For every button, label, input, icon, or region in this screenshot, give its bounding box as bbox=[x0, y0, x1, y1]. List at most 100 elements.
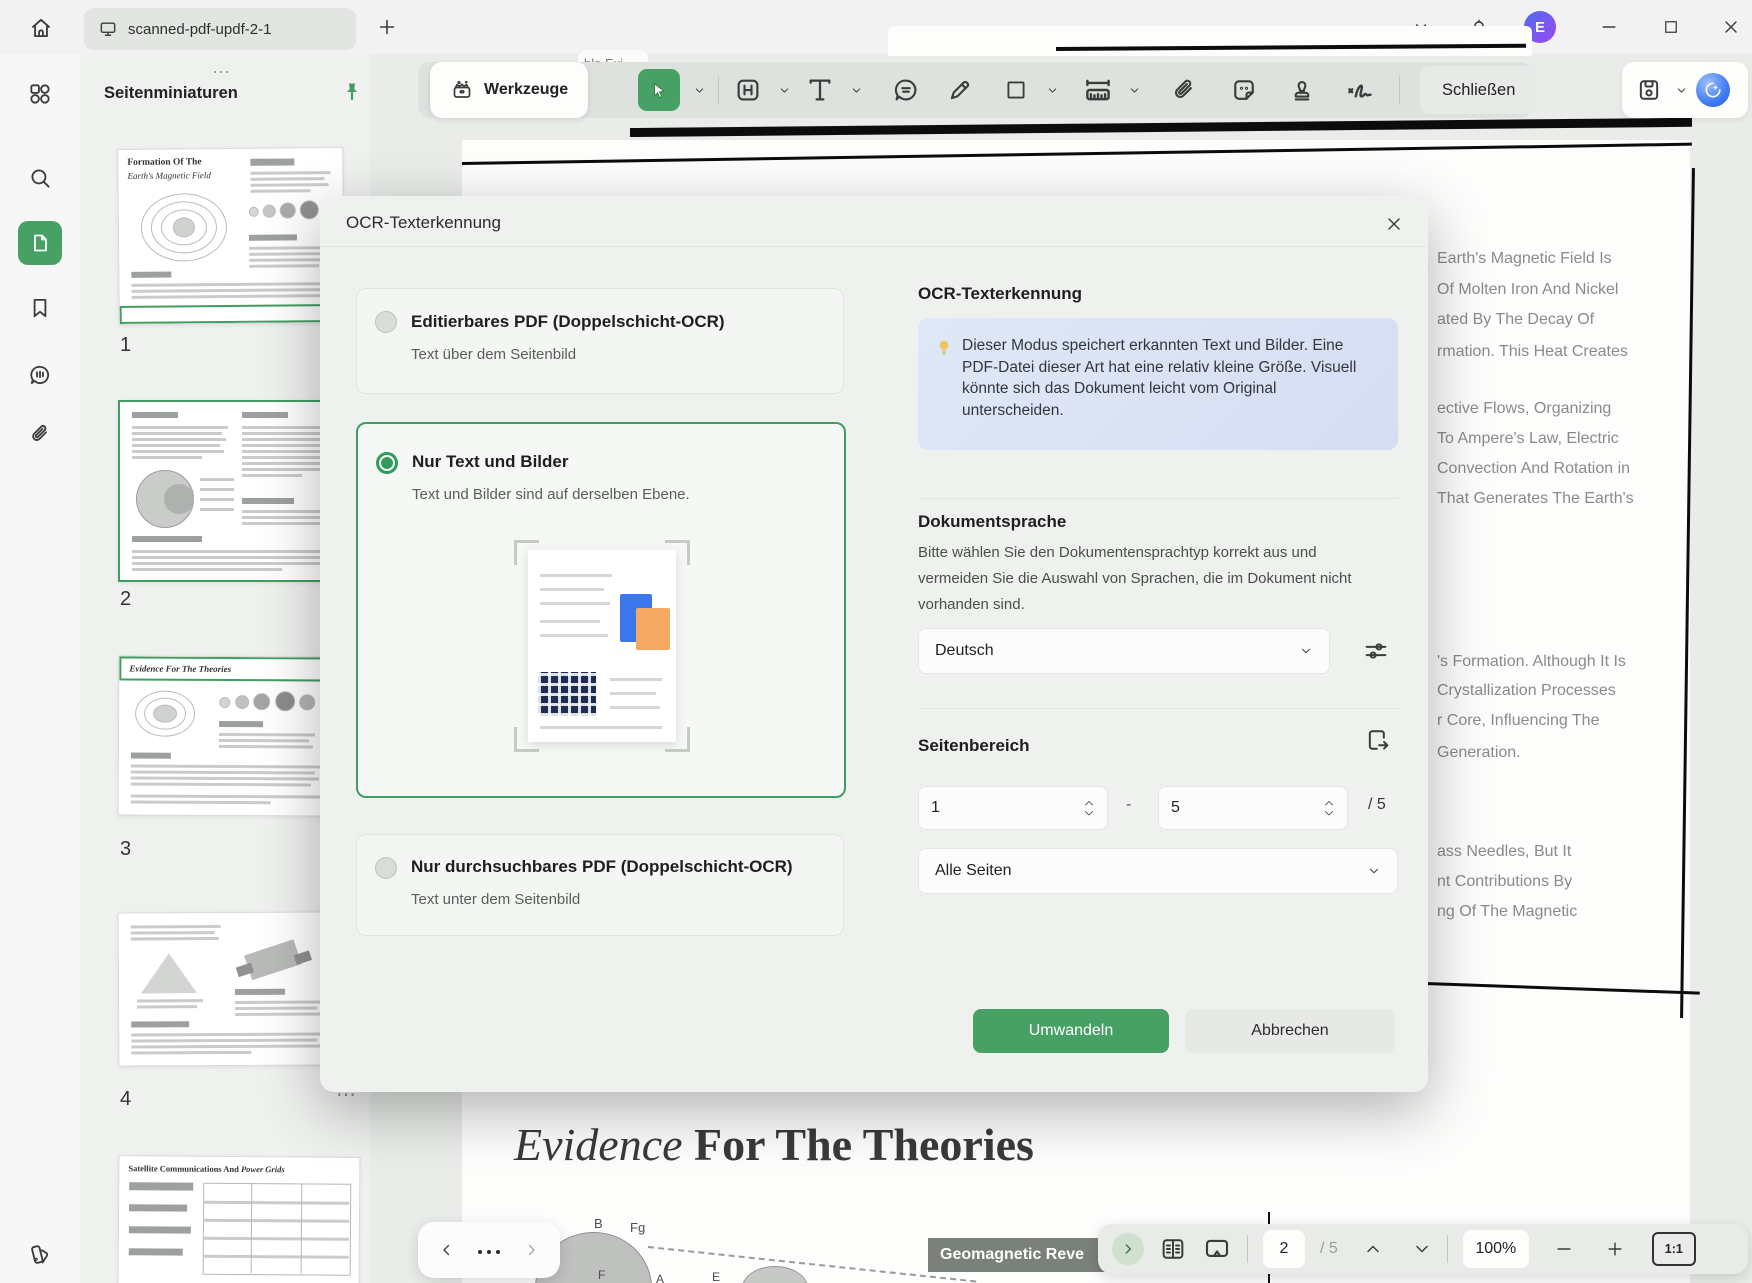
measure-tool-dropdown-icon[interactable] bbox=[1127, 83, 1141, 97]
language-select[interactable]: Deutsch bbox=[918, 628, 1330, 674]
pill-divider bbox=[1446, 1235, 1448, 1263]
sidebar-item-attachments[interactable] bbox=[18, 412, 62, 456]
page-text-line: ass Needles, But It bbox=[1437, 843, 1572, 860]
highlighter-tool-button[interactable] bbox=[943, 73, 977, 107]
sidebar-item-grid[interactable] bbox=[18, 72, 62, 116]
ai-assistant-button[interactable] bbox=[1696, 73, 1730, 107]
page-scope-select[interactable]: Alle Seiten bbox=[918, 848, 1398, 894]
info-text: Dieser Modus speichert erkannten Text un… bbox=[962, 337, 1357, 419]
cancel-button[interactable]: Abbrechen bbox=[1185, 1009, 1395, 1053]
select-tool-button[interactable] bbox=[638, 69, 680, 111]
sidebar-item-themes[interactable] bbox=[18, 1232, 62, 1276]
option-text-and-images[interactable]: Nur Text und Bilder Text und Bilder sind… bbox=[356, 422, 846, 798]
sidebar-item-comments[interactable] bbox=[18, 353, 62, 397]
close-tools-button[interactable]: Schließen bbox=[1420, 66, 1538, 114]
thumbnail-page-number: 1 bbox=[120, 334, 132, 356]
stamp-tool-button[interactable] bbox=[1285, 73, 1319, 107]
radio-text-and-images[interactable] bbox=[376, 452, 398, 474]
tab-title: scanned-pdf-updf-2-1 bbox=[128, 20, 272, 38]
attachment-tool-button[interactable] bbox=[1167, 73, 1201, 107]
range-from-stepper[interactable] bbox=[1083, 799, 1095, 817]
zoom-out-button[interactable] bbox=[1554, 1239, 1574, 1259]
tools-menu-label: Werkzeuge bbox=[484, 81, 569, 98]
close-window-button[interactable] bbox=[1714, 10, 1748, 44]
prev-page-icon[interactable] bbox=[438, 1241, 456, 1259]
document-tab[interactable]: scanned-pdf-updf-2-1 bbox=[84, 8, 356, 50]
range-to-input[interactable]: 5 bbox=[1158, 786, 1348, 830]
thumbnail-page-5[interactable]: Satellite Communications And Power Grids bbox=[117, 1155, 361, 1283]
actual-size-button[interactable]: 1:1 bbox=[1651, 1232, 1696, 1266]
range-from-input[interactable]: 1 bbox=[918, 786, 1108, 830]
radio-searchable-pdf[interactable] bbox=[375, 857, 397, 879]
signature-tool-button[interactable] bbox=[1343, 73, 1377, 107]
expand-panel-button[interactable] bbox=[1112, 1233, 1144, 1265]
maximize-button[interactable] bbox=[1654, 10, 1688, 44]
range-dash: - bbox=[1126, 796, 1132, 813]
minimize-button[interactable] bbox=[1592, 10, 1626, 44]
chevron-down-icon bbox=[1302, 648, 1310, 654]
heading-tool-dropdown-icon[interactable] bbox=[777, 83, 791, 97]
save-panel bbox=[1622, 62, 1748, 118]
option-subtitle: Text und Bilder sind auf derselben Ebene… bbox=[412, 486, 690, 503]
sidebar-item-bookmarks[interactable] bbox=[18, 286, 62, 330]
option-editable-pdf[interactable]: Editierbares PDF (Doppelschicht-OCR) Tex… bbox=[356, 288, 844, 394]
shape-tool-button[interactable] bbox=[999, 73, 1033, 107]
range-total: / 5 bbox=[1368, 796, 1386, 813]
page-number-input[interactable]: 2 bbox=[1263, 1230, 1305, 1268]
option-searchable-pdf[interactable]: Nur durchsuchbares PDF (Doppelschicht-OC… bbox=[356, 834, 844, 936]
two-page-view-button[interactable] bbox=[1159, 1235, 1187, 1263]
text-tool-dropdown-icon[interactable] bbox=[849, 83, 863, 97]
chevron-right-icon bbox=[1125, 1244, 1131, 1254]
lightbulb-icon bbox=[934, 338, 954, 358]
document-edge-top bbox=[888, 26, 1532, 56]
comment-tool-button[interactable] bbox=[889, 73, 923, 107]
save-dropdown-icon[interactable] bbox=[1674, 83, 1688, 97]
text-tool-button[interactable] bbox=[803, 73, 837, 107]
nav-more-icon[interactable] bbox=[476, 1241, 503, 1259]
range-to-value: 5 bbox=[1171, 799, 1180, 816]
export-range-icon[interactable] bbox=[1364, 726, 1392, 754]
dialog-close-icon[interactable] bbox=[1378, 208, 1410, 240]
thumbnail-page-3[interactable]: Evidence For The Theories bbox=[117, 655, 337, 817]
thumbnail-page-1[interactable]: Formation Of The Earth's Magnetic Field bbox=[117, 147, 345, 325]
close-tools-label: Schließen bbox=[1442, 80, 1516, 99]
page-up-button[interactable] bbox=[1363, 1239, 1383, 1259]
badge-text: Geomagnetic Reve bbox=[940, 1246, 1085, 1263]
sticker-tool-button[interactable] bbox=[1227, 73, 1261, 107]
cancel-label: Abbrechen bbox=[1251, 1022, 1329, 1039]
language-settings-icon[interactable] bbox=[1362, 637, 1390, 665]
thumb5-title-italic: Power Grids bbox=[240, 1164, 285, 1175]
option-title: Nur durchsuchbares PDF (Doppelschicht-OC… bbox=[411, 857, 793, 876]
heading-tool-button[interactable] bbox=[731, 73, 765, 107]
page-text-line: Crystallization Processes bbox=[1437, 682, 1616, 699]
document-tab-icon bbox=[100, 22, 116, 36]
presentation-mode-button[interactable] bbox=[1202, 1234, 1232, 1264]
convert-button[interactable]: Umwandeln bbox=[973, 1009, 1169, 1053]
new-tab-button[interactable] bbox=[376, 16, 398, 38]
next-page-icon[interactable] bbox=[522, 1241, 540, 1259]
save-button[interactable] bbox=[1632, 73, 1666, 107]
page-number-value: 2 bbox=[1279, 1240, 1289, 1257]
pin-panel-icon[interactable] bbox=[340, 80, 364, 104]
radio-editable-pdf[interactable] bbox=[375, 311, 397, 333]
thumb1-subtitle: Earth's Magnetic Field bbox=[127, 170, 211, 181]
zoom-in-button[interactable] bbox=[1605, 1239, 1625, 1259]
thumbnail-page-4[interactable] bbox=[117, 911, 337, 1067]
measure-tool-button[interactable] bbox=[1081, 73, 1115, 107]
convert-label: Umwandeln bbox=[1028, 1022, 1114, 1039]
toolbox-icon bbox=[453, 80, 471, 98]
zoom-level-input[interactable]: 100% bbox=[1462, 1230, 1529, 1268]
page-down-button[interactable] bbox=[1412, 1239, 1432, 1259]
shape-tool-dropdown-icon[interactable] bbox=[1045, 83, 1059, 97]
page-text-line: ective Flows, Organizing bbox=[1437, 400, 1612, 417]
range-to-stepper[interactable] bbox=[1323, 799, 1335, 817]
select-tool-dropdown-icon[interactable] bbox=[692, 83, 706, 97]
thumbnail-page-2[interactable] bbox=[118, 400, 350, 582]
tools-menu-button[interactable]: Werkzeuge bbox=[430, 62, 589, 118]
sidebar-item-search[interactable] bbox=[18, 156, 62, 200]
page-text-line: Generation. bbox=[1437, 744, 1521, 761]
page-text-line: nt Contributions By bbox=[1437, 873, 1573, 890]
panel-drag-handle[interactable]: ⋯ bbox=[212, 62, 233, 83]
sidebar-item-thumbnails[interactable] bbox=[18, 221, 62, 265]
home-icon[interactable] bbox=[28, 15, 54, 41]
